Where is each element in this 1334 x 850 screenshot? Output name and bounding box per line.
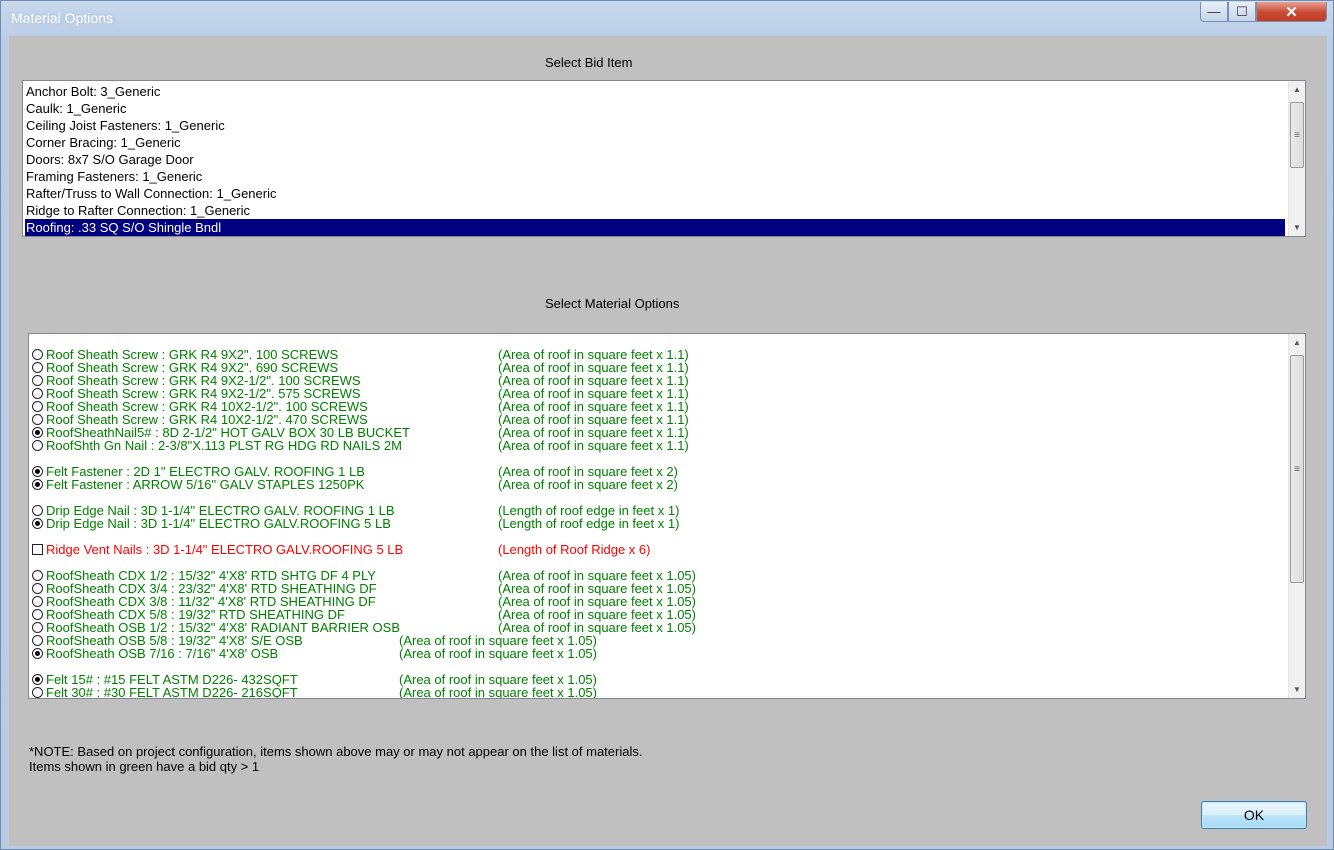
bid-item-row[interactable]: Caulk: 1_Generic <box>25 100 1285 117</box>
close-icon: ✕ <box>1285 3 1298 21</box>
close-button[interactable]: ✕ <box>1256 2 1327 22</box>
option-radio-button[interactable] <box>32 349 43 360</box>
option-radio-button[interactable] <box>32 687 43 698</box>
option-radio-button[interactable] <box>32 505 43 516</box>
option-radio-button[interactable] <box>32 362 43 373</box>
bid-item-row[interactable]: Ceiling Joist Fasteners: 1_Generic <box>25 117 1285 134</box>
green-legend-text: Items shown in green have a bid qty > 1 <box>29 759 260 774</box>
material-qty-formula: (Area of roof in square feet x 2) <box>498 477 678 492</box>
option-radio-button[interactable] <box>32 375 43 386</box>
bid-item-row[interactable]: Ridge to Rafter Connection: 1_Generic <box>25 202 1285 219</box>
option-radio-button[interactable] <box>32 401 43 412</box>
material-qty-formula: (Length of Roof Ridge x 6) <box>498 542 651 557</box>
option-radio-button[interactable] <box>32 648 43 659</box>
option-radio-button[interactable] <box>32 440 43 451</box>
scroll-thumb[interactable]: ≡ <box>1290 355 1304 583</box>
material-option-label: Drip Edge Nail : 3D 1-1/4" ELECTRO GALV.… <box>46 516 391 531</box>
title-bar[interactable]: Material Options — ☐ ✕ <box>1 1 1333 35</box>
option-radio-button[interactable] <box>32 609 43 620</box>
scroll-up-icon[interactable]: ▲ <box>1289 81 1305 98</box>
material-option-row[interactable]: RoofSheath OSB 7/16 : 7/16" 4'X8' OSB (Ar… <box>32 647 1272 660</box>
dialog-panel: Select Bid Item ▲ ≡ ▼ Anchor Bolt: 3_Gen… <box>9 36 1327 846</box>
option-radio-button[interactable] <box>32 596 43 607</box>
material-option-label: RoofShth Gn Nail : 2-3/8"X.113 PLST RG H… <box>46 438 402 453</box>
scroll-thumb[interactable]: ≡ <box>1290 102 1304 168</box>
material-options-window: Material Options — ☐ ✕ Select Bid Item ▲… <box>0 0 1334 850</box>
option-radio-button[interactable] <box>32 479 43 490</box>
material-options-label: Select Material Options <box>545 296 680 311</box>
material-option-label: Felt Fastener : ARROW 5/16" GALV STAPLES… <box>46 477 365 492</box>
maximize-button[interactable]: ☐ <box>1228 2 1256 22</box>
material-qty-formula: (Area of roof in square feet x 1.05) <box>399 646 597 661</box>
option-radio-button[interactable] <box>32 622 43 633</box>
ok-button-label: OK <box>1243 807 1265 823</box>
option-radio-button[interactable] <box>32 414 43 425</box>
bid-item-row[interactable]: Corner Bracing: 1_Generic <box>25 134 1285 151</box>
bid-item-listbox[interactable]: ▲ ≡ ▼ Anchor Bolt: 3_Generic Caulk: 1_Gen… <box>22 80 1306 237</box>
material-option-label: Ridge Vent Nails : 3D 1-1/4" ELECTRO GAL… <box>46 542 404 557</box>
minimize-icon: — <box>1207 4 1221 19</box>
option-radio-button[interactable] <box>32 674 43 685</box>
option-radio-button[interactable] <box>32 427 43 438</box>
material-option-label: Felt 30# : #30 FELT ASTM D226- 216SQFT <box>46 685 298 699</box>
option-radio-button[interactable] <box>32 635 43 646</box>
bid-item-row[interactable]: Roofing: .33 SQ S/O Shingle Bndl <box>25 219 1285 236</box>
bid-item-row[interactable]: Doors: 8x7 S/O Garage Door <box>25 151 1285 168</box>
bid-item-label: Select Bid Item <box>545 55 633 70</box>
note-text: *NOTE: Based on project configuration, i… <box>29 744 643 759</box>
dialog-client-area: Select Bid Item ▲ ≡ ▼ Anchor Bolt: 3_Gen… <box>9 36 1327 846</box>
maximize-icon: ☐ <box>1236 3 1248 19</box>
scroll-down-icon[interactable]: ▼ <box>1289 219 1305 236</box>
scroll-up-icon[interactable]: ▲ <box>1289 334 1305 351</box>
material-option-row[interactable]: Drip Edge Nail : 3D 1-1/4" ELECTRO GALV.… <box>32 517 1272 530</box>
material-option-label: RoofSheath OSB 7/16 : 7/16" 4'X8' OSB <box>46 646 279 661</box>
material-options-list[interactable]: ▲ ≡ ▼ Roof Sheath Screw : GRK R4 9X2". 1… <box>28 333 1306 699</box>
bid-list-scrollbar[interactable]: ▲ ≡ ▼ <box>1288 81 1305 236</box>
bid-item-row[interactable]: Framing Fasteners: 1_Generic <box>25 168 1285 185</box>
option-checkbox[interactable] <box>32 544 43 555</box>
material-option-row[interactable]: RoofShth Gn Nail : 2-3/8"X.113 PLST RG H… <box>32 439 1272 452</box>
option-radio-button[interactable] <box>32 518 43 529</box>
material-option-row[interactable]: Felt Fastener : ARROW 5/16" GALV STAPLES… <box>32 478 1272 491</box>
option-radio-button[interactable] <box>32 466 43 477</box>
bid-item-row[interactable]: Anchor Bolt: 3_Generic <box>25 83 1285 100</box>
material-list-scrollbar[interactable]: ▲ ≡ ▼ <box>1288 334 1305 698</box>
minimize-button[interactable]: — <box>1200 2 1228 22</box>
material-option-row[interactable]: Ridge Vent Nails : 3D 1-1/4" ELECTRO GAL… <box>32 543 1272 556</box>
material-qty-formula: (Length of roof edge in feet x 1) <box>498 516 680 531</box>
option-radio-button[interactable] <box>32 570 43 581</box>
material-option-row[interactable]: Felt 30# : #30 FELT ASTM D226- 216SQFT (A… <box>32 685 1272 699</box>
material-qty-formula: (Area of roof in square feet x 1.1) <box>498 438 689 453</box>
bid-item-row[interactable]: Rafter/Truss to Wall Connection: 1_Gener… <box>25 185 1285 202</box>
option-radio-button[interactable] <box>32 388 43 399</box>
option-radio-button[interactable] <box>32 583 43 594</box>
material-qty-formula: (Area of roof in square feet x 1.05) <box>399 685 597 699</box>
ok-button[interactable]: OK <box>1201 801 1307 829</box>
scroll-down-icon[interactable]: ▼ <box>1289 681 1305 698</box>
window-title: Material Options <box>11 10 113 26</box>
